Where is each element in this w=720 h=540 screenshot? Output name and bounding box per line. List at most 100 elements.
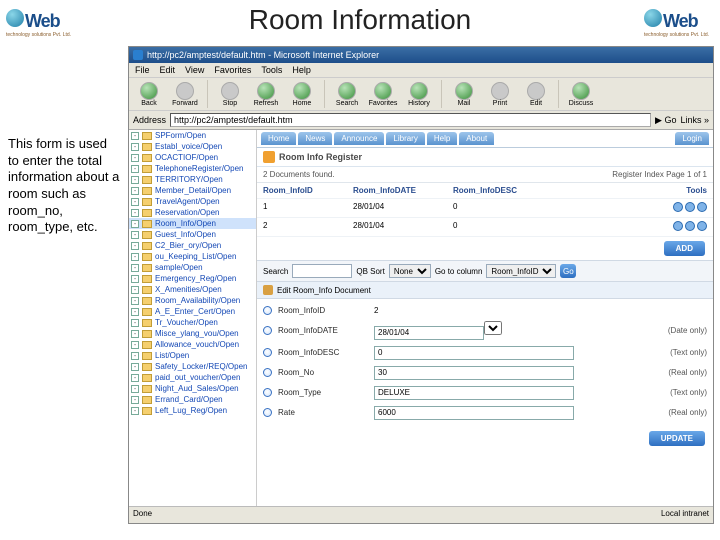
col-date[interactable]: Room_InfoDATE bbox=[347, 183, 447, 198]
expand-icon[interactable]: - bbox=[131, 341, 139, 349]
radio-icon[interactable] bbox=[263, 388, 272, 397]
date-field[interactable] bbox=[374, 326, 484, 340]
text-field[interactable] bbox=[374, 366, 574, 380]
tree-item[interactable]: -A_E_Enter_Cert/Open bbox=[129, 306, 256, 317]
expand-icon[interactable]: - bbox=[131, 330, 139, 338]
delete-icon[interactable] bbox=[697, 221, 707, 231]
expand-icon[interactable]: - bbox=[131, 187, 139, 195]
text-field[interactable] bbox=[374, 346, 574, 360]
menu-help[interactable]: Help bbox=[292, 65, 311, 75]
search-button[interactable]: Search bbox=[331, 82, 363, 107]
view-icon[interactable] bbox=[673, 221, 683, 231]
expand-icon[interactable]: - bbox=[131, 165, 139, 173]
update-button[interactable]: UPDATE bbox=[649, 431, 705, 446]
links-button[interactable]: Links » bbox=[680, 115, 709, 125]
tree-item[interactable]: -Left_Lug_Reg/Open bbox=[129, 405, 256, 416]
tree-item[interactable]: -TravelAgent/Open bbox=[129, 196, 256, 207]
date-picker[interactable] bbox=[484, 321, 502, 335]
expand-icon[interactable]: - bbox=[131, 275, 139, 283]
delete-icon[interactable] bbox=[697, 202, 707, 212]
radio-icon[interactable] bbox=[263, 306, 272, 315]
tab-help[interactable]: Help bbox=[427, 132, 457, 145]
menu-view[interactable]: View bbox=[185, 65, 204, 75]
expand-icon[interactable]: - bbox=[131, 407, 139, 415]
expand-icon[interactable]: - bbox=[131, 231, 139, 239]
qbsort-select[interactable]: None bbox=[389, 264, 431, 278]
favorites-button[interactable]: Favorites bbox=[367, 82, 399, 107]
menu-tools[interactable]: Tools bbox=[261, 65, 282, 75]
mail-button[interactable]: Mail bbox=[448, 82, 480, 107]
expand-icon[interactable]: - bbox=[131, 385, 139, 393]
tree-item[interactable]: -Safety_Locker/REQ/Open bbox=[129, 361, 256, 372]
tree-item[interactable]: -List/Open bbox=[129, 350, 256, 361]
tree-item[interactable]: -sample/Open bbox=[129, 262, 256, 273]
tree-item[interactable]: -Tr_Voucher/Open bbox=[129, 317, 256, 328]
tree-item[interactable]: -ou_Keeping_List/Open bbox=[129, 251, 256, 262]
tree-item[interactable]: -Member_Detail/Open bbox=[129, 185, 256, 196]
expand-icon[interactable]: - bbox=[131, 220, 139, 228]
expand-icon[interactable]: - bbox=[131, 242, 139, 250]
radio-icon[interactable] bbox=[263, 326, 272, 335]
expand-icon[interactable]: - bbox=[131, 143, 139, 151]
expand-icon[interactable]: - bbox=[131, 308, 139, 316]
tab-about[interactable]: About bbox=[459, 132, 494, 145]
expand-icon[interactable]: - bbox=[131, 132, 139, 140]
table-row[interactable]: 228/01/040 bbox=[257, 218, 713, 237]
expand-icon[interactable]: - bbox=[131, 374, 139, 382]
tree-item[interactable]: -Night_Aud_Sales/Open bbox=[129, 383, 256, 394]
refresh-button[interactable]: Refresh bbox=[250, 82, 282, 107]
expand-icon[interactable]: - bbox=[131, 396, 139, 404]
edit-row-icon[interactable] bbox=[685, 202, 695, 212]
text-field[interactable] bbox=[374, 386, 574, 400]
search-input[interactable] bbox=[292, 264, 352, 278]
ie-edit-button[interactable]: Edit bbox=[520, 82, 552, 107]
expand-icon[interactable]: - bbox=[131, 352, 139, 360]
print-button[interactable]: Print bbox=[484, 82, 516, 107]
expand-icon[interactable]: - bbox=[131, 176, 139, 184]
expand-icon[interactable]: - bbox=[131, 209, 139, 217]
view-icon[interactable] bbox=[673, 202, 683, 212]
column-select[interactable]: Room_InfoID bbox=[486, 264, 556, 278]
edit-row-icon[interactable] bbox=[685, 221, 695, 231]
go-button[interactable]: ▶ Go bbox=[655, 115, 676, 126]
add-button[interactable]: ADD bbox=[664, 241, 705, 256]
tree-item[interactable]: -Reservation/Open bbox=[129, 207, 256, 218]
menu-file[interactable]: File bbox=[135, 65, 150, 75]
address-input[interactable]: http://pc2/amptest/default.htm bbox=[170, 113, 651, 127]
expand-icon[interactable]: - bbox=[131, 198, 139, 206]
tab-announce[interactable]: Announce bbox=[334, 132, 384, 145]
tree-item[interactable]: -TelephoneRegister/Open bbox=[129, 163, 256, 174]
tree-item[interactable]: -SPForm/Open bbox=[129, 130, 256, 141]
col-desc[interactable]: Room_InfoDESC bbox=[447, 183, 643, 198]
menu-edit[interactable]: Edit bbox=[160, 65, 176, 75]
back-button[interactable]: Back bbox=[133, 82, 165, 107]
expand-icon[interactable]: - bbox=[131, 154, 139, 162]
tree-item[interactable]: -Room_Info/Open bbox=[129, 218, 256, 229]
tree-item[interactable]: -X_Amenities/Open bbox=[129, 284, 256, 295]
expand-icon[interactable]: - bbox=[131, 319, 139, 327]
expand-icon[interactable]: - bbox=[131, 264, 139, 272]
stop-button[interactable]: Stop bbox=[214, 82, 246, 107]
radio-icon[interactable] bbox=[263, 368, 272, 377]
tree-item[interactable]: -Establ_voice/Open bbox=[129, 141, 256, 152]
tree-item[interactable]: -C2_Bier_ory/Open bbox=[129, 240, 256, 251]
menu-favorites[interactable]: Favorites bbox=[214, 65, 251, 75]
tree-item[interactable]: -Errand_Card/Open bbox=[129, 394, 256, 405]
text-field[interactable] bbox=[374, 406, 574, 420]
home-button[interactable]: Home bbox=[286, 82, 318, 107]
radio-icon[interactable] bbox=[263, 408, 272, 417]
forward-button[interactable]: Forward bbox=[169, 82, 201, 107]
expand-icon[interactable]: - bbox=[131, 286, 139, 294]
table-row[interactable]: 128/01/040 bbox=[257, 199, 713, 218]
tab-login[interactable]: Login bbox=[675, 132, 709, 145]
expand-icon[interactable]: - bbox=[131, 297, 139, 305]
radio-icon[interactable] bbox=[263, 348, 272, 357]
tree-item[interactable]: -Misce_ylang_vou/Open bbox=[129, 328, 256, 339]
tree-item[interactable]: -Guest_Info/Open bbox=[129, 229, 256, 240]
expand-icon[interactable]: - bbox=[131, 363, 139, 371]
col-id[interactable]: Room_InfoID bbox=[257, 183, 347, 198]
tab-news[interactable]: News bbox=[298, 132, 332, 145]
discuss-button[interactable]: Discuss bbox=[565, 82, 597, 107]
tree-item[interactable]: -TERRITORY/Open bbox=[129, 174, 256, 185]
tree-item[interactable]: -Emergency_Reg/Open bbox=[129, 273, 256, 284]
